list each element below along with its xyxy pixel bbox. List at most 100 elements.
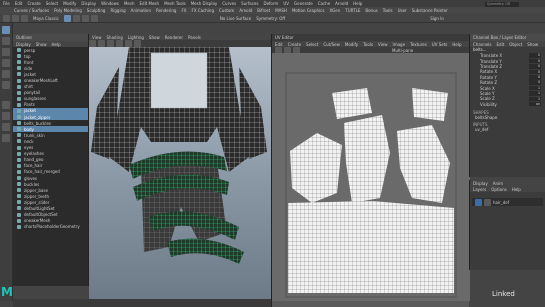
live-surface-label[interactable]: No Live Surface [220, 16, 251, 21]
channel-attribute-value[interactable]: 0 [529, 80, 541, 85]
channel-attribute-name[interactable]: Scale Z [480, 96, 495, 101]
lights-icon[interactable] [125, 40, 132, 47]
menu-modify[interactable]: Modify [63, 1, 76, 6]
viewport-menu-renderer[interactable]: Renderer [165, 35, 183, 40]
viewport-menu-panels[interactable]: Panels [188, 35, 201, 40]
shelf-tab-bifrost[interactable]: Bifrost [257, 8, 270, 13]
menu-windows[interactable]: Windows [101, 1, 119, 6]
channel-attribute-name[interactable]: Rotate Y [480, 75, 497, 80]
layer-tab-display[interactable]: Display [473, 181, 488, 186]
camera-icon[interactable] [89, 40, 96, 47]
menu-cache[interactable]: Cache [318, 1, 330, 6]
shelf-tab-arnold[interactable]: Arnold [239, 8, 252, 13]
menu-generate[interactable]: Generate [294, 1, 313, 6]
uv-menu-select[interactable]: Select [306, 42, 318, 47]
uv-menu-image[interactable]: Image [393, 42, 406, 47]
layer-visibility-icon[interactable] [475, 198, 482, 206]
shelf-tab-user[interactable]: User [398, 8, 407, 13]
channel-attribute-name[interactable]: Rotate X [480, 69, 497, 74]
smooth-shade-icon[interactable] [107, 40, 114, 47]
shelf-tab-motion-graphics[interactable]: Motion Graphics [292, 8, 325, 13]
shelf-tab-substance-painter[interactable]: Substance Painter [412, 8, 448, 13]
symmetry-label[interactable]: Symmetry: Off [256, 16, 285, 21]
menu-mesh[interactable]: Mesh [124, 1, 135, 6]
channel-attribute-name[interactable]: Visibility [480, 102, 497, 107]
layout-outliner-icon[interactable] [2, 134, 10, 142]
lasso-tool-icon[interactable] [2, 37, 10, 45]
uv-menu-help[interactable]: Help [452, 42, 461, 47]
menu-surfaces[interactable]: Surfaces [241, 1, 258, 6]
shelf-tab-rendering[interactable]: Rendering [156, 8, 176, 13]
workspace-selector[interactable]: Maya Classic [33, 16, 59, 21]
shelf-tab-mash[interactable]: MASH [275, 8, 287, 13]
layer-menu-help[interactable]: Help [512, 187, 521, 192]
channel-attribute-value[interactable]: 0 [529, 58, 541, 64]
uv-editor-panel[interactable]: UV Editor Edit Create Select Cut/Sew Modify T… [271, 34, 470, 307]
shelf-tab-sculpting[interactable]: Sculpting [87, 8, 106, 13]
shelf-tab-fx[interactable]: FX [181, 8, 186, 13]
rotate-tool-icon[interactable] [2, 70, 10, 78]
channel-attribute-name[interactable]: Translate Z [480, 64, 502, 69]
channel-attribute-name[interactable]: Translate Y [480, 59, 502, 64]
input-name[interactable]: uv_def [470, 127, 545, 132]
layer-menu-layers[interactable]: Layers [473, 187, 486, 192]
snap-curve-icon[interactable] [81, 14, 89, 22]
layout-single-icon[interactable] [2, 101, 10, 109]
channel-menu-edit[interactable]: Edit [497, 42, 505, 47]
menu-arnold[interactable]: Arnold [335, 1, 348, 6]
open-scene-icon[interactable] [12, 14, 19, 22]
channel-menu-object[interactable]: Object [509, 42, 522, 47]
channel-attribute-value[interactable]: 0 [529, 69, 541, 75]
channel-attribute-value[interactable]: 0 [529, 75, 541, 80]
sign-in-link[interactable]: Sign In [430, 16, 444, 21]
snap-grid-icon[interactable] [72, 14, 80, 22]
shelf-tab-turtle[interactable]: TURTLE [345, 8, 360, 13]
viewport-menu-show[interactable]: Show [149, 35, 160, 40]
layer-playback-icon[interactable] [484, 198, 491, 206]
menu-edit[interactable]: Edit [15, 1, 23, 6]
shelf-tab-fx-caching[interactable]: FX Caching [192, 8, 214, 13]
uv-layout-selector[interactable]: Multi-pane [392, 48, 413, 53]
outliner-menu-show[interactable]: Show [36, 42, 47, 47]
uv-menu-view[interactable]: View [378, 42, 388, 47]
select-mode-icon[interactable] [63, 14, 71, 22]
new-scene-icon[interactable] [3, 14, 10, 22]
select-tool-icon[interactable] [2, 26, 10, 34]
shelf-tab-poly-modeling[interactable]: Poly Modeling [54, 8, 82, 13]
snap-point-icon[interactable] [90, 14, 98, 22]
channel-menu-channels[interactable]: Channels [473, 42, 492, 47]
menu-uv[interactable]: UV [283, 1, 289, 6]
uv-menu-textures[interactable]: Textures [410, 42, 427, 47]
viewport-panel[interactable]: View Shading Lighting Show Renderer Panels [89, 34, 271, 299]
channel-attribute-name[interactable]: Rotate Z [480, 80, 497, 85]
menu-display[interactable]: Display [81, 1, 96, 6]
outliner-item[interactable]: shortsPlaceholderGeometry [13, 224, 88, 230]
menu-file[interactable]: File [3, 1, 10, 6]
wireframe-icon[interactable] [98, 40, 105, 47]
shelf-tab-bonus[interactable]: Bonus [365, 8, 377, 13]
channel-attribute-name[interactable]: Scale X [480, 86, 495, 91]
paint-select-icon[interactable] [2, 48, 10, 56]
shape-name[interactable]: beltsShape [470, 115, 545, 120]
layer-row[interactable]: hair_def [472, 198, 543, 206]
outliner-menu-display[interactable]: Display [16, 42, 31, 47]
menu-mesh-display[interactable]: Mesh Display [191, 1, 218, 6]
save-scene-icon[interactable] [21, 14, 28, 22]
uv-menu-modify[interactable]: Modify [345, 42, 358, 47]
menu-create[interactable]: Create [27, 1, 40, 6]
layout-two-icon[interactable] [2, 123, 10, 131]
channel-attribute-name[interactable]: Translate X [480, 53, 502, 58]
shelf-tab-curves-surfaces[interactable]: Curves / Surfaces [14, 8, 49, 13]
channel-attribute-name[interactable]: Scale Y [480, 91, 494, 96]
menu-edit-mesh[interactable]: Edit Mesh [140, 1, 160, 6]
shelf-tab-xgen[interactable]: XGen [329, 8, 340, 13]
channel-attribute-value[interactable]: 0 [529, 64, 541, 69]
menu-deform[interactable]: Deform [263, 1, 278, 6]
uv-menu-uv-sets[interactable]: UV Sets [432, 42, 448, 47]
channel-attribute-value[interactable]: 0 [529, 53, 541, 58]
shelf-tab-animation[interactable]: Animation [131, 8, 151, 13]
layer-menu-options[interactable]: Options [491, 187, 506, 192]
xray-icon[interactable] [134, 40, 141, 47]
shelf-tab-tools[interactable]: Tools [383, 8, 393, 13]
uv-menu-create[interactable]: Create [288, 42, 301, 47]
